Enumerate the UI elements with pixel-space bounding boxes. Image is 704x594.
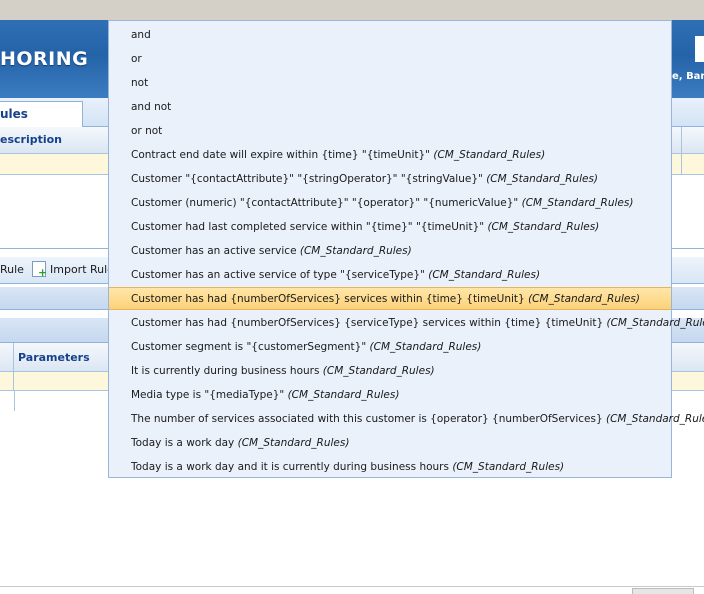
option-text: Customer had last completed service with… — [131, 221, 487, 233]
option-text: Customer has an active service — [131, 245, 300, 257]
dropdown-option[interactable]: or not — [109, 120, 671, 143]
tab-rules[interactable]: ules — [0, 101, 83, 127]
brand-mark — [695, 36, 704, 62]
parameters-column-header[interactable]: Parameters — [18, 351, 90, 364]
option-text: or not — [131, 125, 162, 137]
dropdown-option[interactable]: Media type is "{mediaType}" (CM_Standard… — [109, 384, 671, 407]
option-source: (CM_Standard_Rules) — [606, 413, 704, 425]
option-source: (CM_Standard_Rules) — [433, 149, 545, 161]
option-text: and — [131, 29, 151, 41]
option-source: (CM_Standard_Rules) — [522, 197, 634, 209]
option-text: Contract end date will expire within {ti… — [131, 149, 433, 161]
column-divider — [13, 343, 14, 371]
dropdown-option[interactable]: Today is a work day (CM_Standard_Rules) — [109, 432, 671, 455]
option-source: (CM_Standard_Rules) — [370, 341, 482, 353]
rule-button[interactable]: Rule — [0, 263, 24, 276]
column-divider — [681, 127, 682, 153]
dropdown-option[interactable]: Customer "{contactAttribute}" "{stringOp… — [109, 168, 671, 191]
option-text: and not — [131, 101, 171, 113]
option-source: (CM_Standard_Rules) — [238, 437, 350, 449]
user-name[interactable]: e, Barr — [672, 71, 704, 82]
option-source: (CM_Standard_Rules) — [452, 461, 564, 473]
option-text: It is currently during business hours — [131, 365, 323, 377]
dropdown-option[interactable]: Contract end date will expire within {ti… — [109, 144, 671, 167]
dropdown-option[interactable]: Customer has an active service (CM_Stand… — [109, 240, 671, 263]
option-text: Customer (numeric) "{contactAttribute}" … — [131, 197, 522, 209]
dropdown-option[interactable]: The number of services associated with t… — [109, 408, 671, 431]
dropdown-option[interactable]: Customer had last completed service with… — [109, 216, 671, 239]
option-source: (CM_Standard_Rules) — [607, 317, 704, 329]
dropdown-option[interactable]: Customer segment is "{customerSegment}" … — [109, 336, 671, 359]
option-text: The number of services associated with t… — [131, 413, 606, 425]
option-source: (CM_Standard_Rules) — [300, 245, 412, 257]
description-column-header[interactable]: escription — [0, 133, 62, 146]
option-source: (CM_Standard_Rules) — [428, 269, 540, 281]
option-text: or — [131, 53, 142, 65]
window-top-strip — [0, 0, 704, 20]
dropdown-option[interactable]: and — [109, 24, 671, 47]
option-source: (CM_Standard_Rules) — [288, 389, 400, 401]
dropdown-option[interactable]: Today is a work day and it is currently … — [109, 456, 671, 479]
import-rule-button[interactable]: Import Rule — [50, 263, 114, 276]
dropdown-option[interactable]: Customer has had {numberOfServices} serv… — [109, 287, 671, 310]
dropdown-option[interactable]: It is currently during business hours (C… — [109, 360, 671, 383]
column-divider — [681, 154, 682, 174]
app-brand-title: HORING — [0, 48, 88, 70]
option-text: Customer has an active service of type "… — [131, 269, 428, 281]
option-source: (CM_Standard_Rules) — [487, 221, 599, 233]
option-source: (CM_Standard_Rules) — [486, 173, 598, 185]
dropdown-option[interactable]: and not — [109, 96, 671, 119]
column-divider — [13, 372, 14, 390]
dropdown-option[interactable]: Customer has had {numberOfServices} {ser… — [109, 312, 671, 335]
dropdown-option[interactable]: not — [109, 72, 671, 95]
parameters-grid-row[interactable] — [0, 391, 15, 411]
option-text: Customer has had {numberOfServices} {ser… — [131, 317, 607, 329]
option-text: not — [131, 77, 148, 89]
dropdown-option[interactable]: or — [109, 48, 671, 71]
bottom-button-stub[interactable] — [632, 588, 694, 594]
dropdown-option[interactable]: Customer has an active service of type "… — [109, 264, 671, 287]
dropdown-option[interactable]: Customer (numeric) "{contactAttribute}" … — [109, 192, 671, 215]
bottom-divider — [0, 586, 704, 587]
option-text: Customer has had {numberOfServices} serv… — [131, 293, 528, 305]
tab-rules-label: ules — [0, 107, 28, 121]
option-source: (CM_Standard_Rules) — [323, 365, 435, 377]
option-text: Today is a work day and it is currently … — [131, 461, 452, 473]
option-text: Customer "{contactAttribute}" "{stringOp… — [131, 173, 486, 185]
import-rule-icon[interactable]: + — [32, 261, 46, 277]
rule-condition-dropdown[interactable]: and or not and not or not Contract end date w… — [108, 20, 672, 478]
option-text: Media type is "{mediaType}" — [131, 389, 288, 401]
option-text: Today is a work day — [131, 437, 238, 449]
option-source: (CM_Standard_Rules) — [528, 293, 640, 305]
option-text: Customer segment is "{customerSegment}" — [131, 341, 370, 353]
